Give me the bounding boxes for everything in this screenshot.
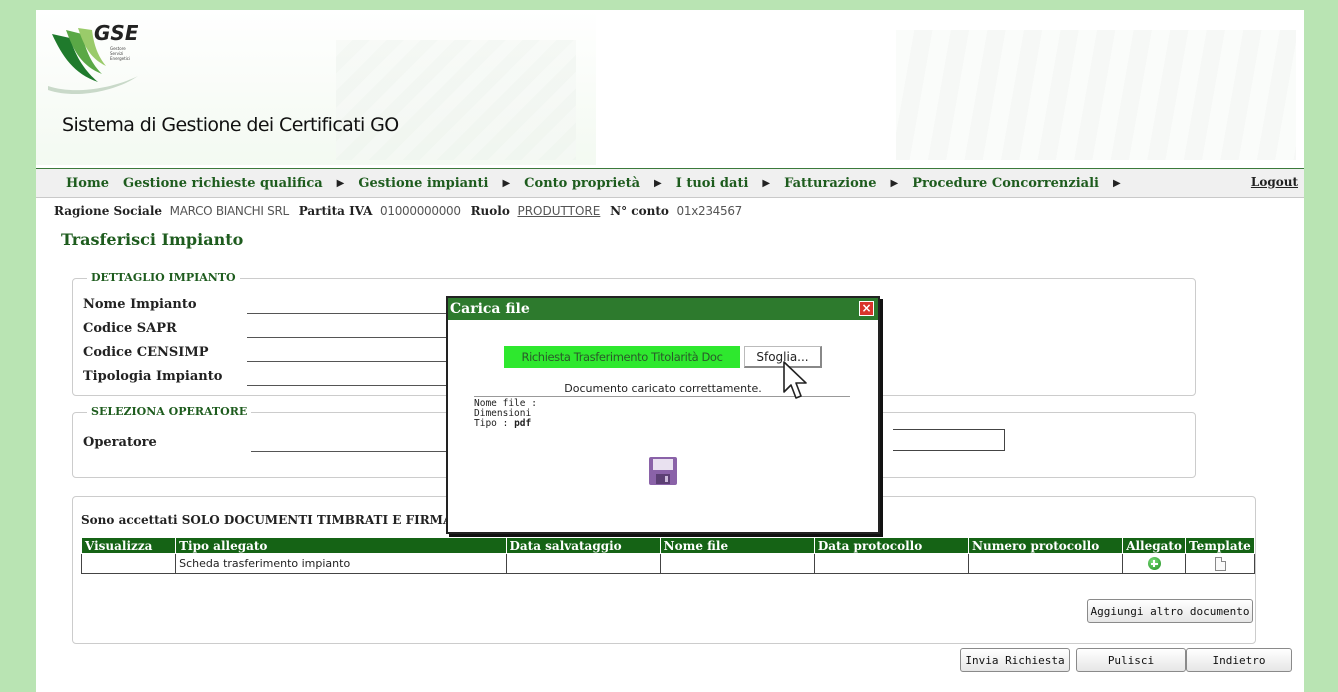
table-row: Scheda trasferimento impianto [80,553,1255,574]
nav-procedure-concorrenziali[interactable]: Procedure Concorrenziali ▶ [912,176,1120,191]
header-decoration-right [896,30,1296,160]
nav-label: Home [66,175,109,191]
header: GSE Gestore Servizi Energetici Sistema d… [36,10,1304,165]
document-type-field[interactable]: Richiesta Trasferimento Titolarità Doc [504,346,740,368]
nav-label: Gestione richieste qualifica [122,175,323,191]
operatore-value [251,451,451,452]
document-template-icon[interactable] [1214,556,1226,571]
nav-gestione-impianti[interactable]: Gestione impianti ▶ [358,176,510,191]
header-decoration [336,40,576,160]
floppy-save-icon[interactable] [648,456,678,486]
nav-label: Gestione impianti [358,175,489,191]
caret-right-icon: ▶ [890,177,899,189]
ruolo-link[interactable]: PRODUTTORE [517,204,600,218]
logo-sub-3: Energetici [110,56,130,61]
caret-right-icon: ▶ [1112,177,1121,189]
caret-right-icon: ▶ [654,177,662,189]
file-type-value: pdf [514,418,532,429]
caret-right-icon: ▶ [336,177,345,189]
add-attachment-icon[interactable] [1147,557,1161,571]
nav-label: Procedure Concorrenziali [912,175,1099,191]
nav-fatturazione[interactable]: Fatturazione ▶ [784,176,898,191]
codice-censimp-value [247,361,447,362]
clear-button[interactable]: Pulisci [1076,648,1186,672]
gse-logo-text: GSE [94,21,138,45]
tipo-allegato-cell: Scheda trasferimento impianto [175,553,507,574]
column-header: Allegato [1122,537,1187,554]
file-type-row: Tipo : pdf [474,419,850,429]
nav-tuoi-dati[interactable]: I tuoi dati ▶ [676,176,770,191]
visualizza-cell [80,553,177,574]
ruolo-label: Ruolo [470,204,510,218]
documents-note: Sono accettati SOLO DOCUMENTI TIMBRATI E… [81,513,461,527]
nav-label: Fatturazione [784,175,877,191]
nav-label: Conto proprietà [524,175,641,191]
numero-protocollo-cell [968,553,1124,574]
allegato-cell [1122,553,1187,574]
partita-iva-label: Partita IVA [298,204,373,218]
column-header: Template [1185,537,1255,554]
nome-impianto-label: Nome Impianto [83,297,197,312]
logout-link[interactable]: Logout [1251,175,1298,189]
main-nav: Home Gestione richieste qualifica ▶ Gesti… [36,168,1304,198]
upload-status-message: Documento caricato correttamente. [564,382,762,395]
codice-sapr-label: Codice SAPR [83,321,177,336]
column-header: Data protocollo [813,537,970,554]
template-cell [1185,553,1255,574]
caret-right-icon: ▶ [762,177,771,189]
documents-table: Visualizza Tipo allegato Data salvataggi… [80,537,1255,574]
ragione-sociale-value: MARCO BIANCHI SRL [169,204,290,218]
conto-label: N° conto [610,204,669,218]
nav-gestione-richieste[interactable]: Gestione richieste qualifica ▶ [123,176,344,191]
back-button[interactable]: Indietro [1186,648,1292,672]
account-info: Ragione Sociale MARCO BIANCHI SRL Partit… [54,204,748,218]
nome-impianto-value [247,313,447,314]
gse-logo: GSE Gestore Servizi Energetici [48,21,138,95]
column-header: Tipo allegato [175,537,507,554]
page-title: Trasferisci Impianto [61,230,244,249]
upload-file-dialog: Carica file × Richiesta Trasferimento Ti… [446,296,880,534]
codice-censimp-label: Codice CENSIMP [83,345,209,360]
ragione-sociale-label: Ragione Sociale [54,204,163,218]
operatore-input[interactable] [893,429,1005,451]
app-page: GSE Gestore Servizi Energetici Sistema d… [36,10,1304,692]
nav-conto-proprieta[interactable]: Conto proprietà ▶ [524,176,662,191]
section-legend: SELEZIONA OPERATORE [87,405,252,418]
nav-home[interactable]: Home [66,176,109,191]
add-document-button[interactable]: Aggiungi altro documento [1087,599,1253,623]
operatore-label: Operatore [83,435,157,450]
column-header: Numero protocollo [968,537,1124,554]
send-request-button[interactable]: Invia Richiesta [960,648,1070,672]
conto-value: 01x234567 [676,204,743,218]
column-header: Nome file [659,537,815,554]
codice-sapr-value [247,337,447,338]
data-protocollo-cell [813,553,970,574]
app-title: Sistema di Gestione dei Certificati GO [62,114,399,136]
caret-right-icon: ▶ [502,177,511,189]
tipologia-impianto-value [247,385,447,386]
nome-file-cell [659,553,815,574]
column-header: Visualizza [80,537,177,554]
column-header: Data salvataggio [505,537,661,554]
dialog-title: Carica file [448,298,878,320]
data-salvataggio-cell [505,553,661,574]
section-legend: DETTAGLIO IMPIANTO [87,271,240,284]
tipologia-impianto-label: Tipologia Impianto [83,369,223,384]
close-icon[interactable]: × [859,301,874,316]
nav-label: I tuoi dati [675,175,749,191]
mouse-cursor-icon [783,361,807,399]
partita-iva-value: 01000000000 [380,204,461,218]
file-type-label: Tipo : [474,418,509,429]
